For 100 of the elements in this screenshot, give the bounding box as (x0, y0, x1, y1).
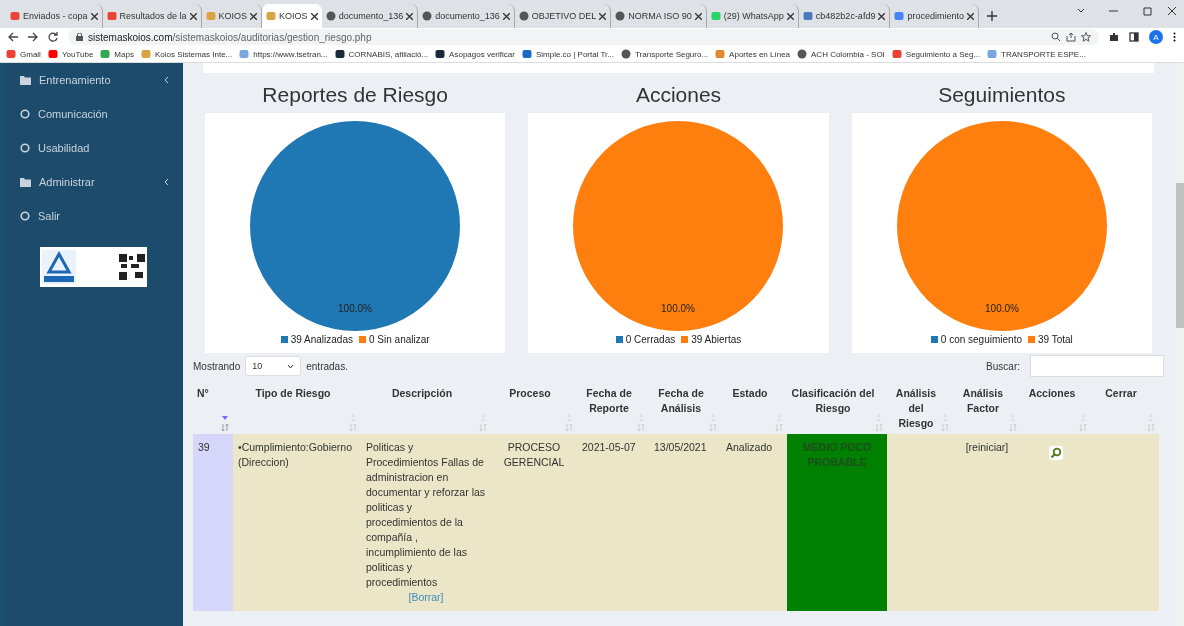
bookmark[interactable]: Maps (100, 49, 134, 59)
column-header[interactable]: Acciones (1021, 383, 1091, 434)
table-cell: Analizado (721, 434, 787, 611)
sidebar-item[interactable]: Comunicación (6, 97, 183, 131)
favicon-icon (797, 49, 808, 59)
bookmark[interactable]: CORNABIS, afiliació... (334, 49, 429, 59)
favicon-icon (894, 11, 905, 21)
favicon-icon (325, 11, 336, 21)
bookmark[interactable]: https://www.tsetran... (239, 49, 328, 59)
column-header[interactable]: Tipo de Riesgo (233, 383, 361, 434)
close-icon[interactable] (189, 12, 197, 20)
extensions-icon[interactable] (1109, 32, 1119, 42)
bookmark[interactable]: ACH Colombia - SOI (797, 49, 885, 59)
column-header[interactable]: Fecha de Análisis (649, 383, 721, 434)
legend-swatch (615, 336, 623, 343)
column-header[interactable]: Fecha de Reporte (577, 383, 649, 434)
column-header[interactable]: Descripción (361, 383, 491, 434)
column-header[interactable]: Proceso (491, 383, 577, 434)
reset-link[interactable]: [reiniciar] (953, 434, 1021, 611)
favicon-icon (106, 11, 117, 21)
page-length-select[interactable]: 10 (245, 356, 302, 376)
reload-icon[interactable] (48, 32, 58, 42)
new-tab-icon[interactable] (986, 11, 997, 21)
favicon-icon (266, 11, 277, 21)
legend-label: 39 Total (1038, 334, 1073, 345)
favicon-icon (239, 49, 250, 59)
address-bar[interactable]: sistemaskoios.com/sistemaskoios/auditorias/gestion_riesgo.php (68, 29, 1099, 45)
favicon-icon (621, 49, 631, 59)
legend-swatch (930, 336, 938, 343)
favicon-icon (140, 49, 151, 59)
lock-icon (76, 33, 83, 41)
legend-label: 39 Abiertas (691, 334, 742, 345)
close-icon[interactable] (310, 12, 318, 20)
sidebar-item[interactable]: Usabilidad (6, 131, 183, 165)
column-header[interactable]: Clasificación del Riesgo (787, 383, 887, 434)
slice-label: 100.0% (984, 303, 1019, 314)
circle-icon (20, 109, 30, 119)
chart-title: Reportes de Riesgo (262, 83, 448, 108)
close-icon[interactable] (502, 12, 510, 20)
close-icon[interactable] (966, 12, 974, 20)
forward-icon[interactable] (28, 32, 38, 42)
scrollbar-thumb[interactable] (1176, 183, 1184, 328)
favicon-icon (615, 11, 626, 21)
bookmark[interactable]: Asopagos verificar (435, 49, 515, 59)
avatar-icon[interactable]: A (1149, 30, 1163, 44)
column-header[interactable]: N° (193, 383, 233, 434)
favicon-icon (802, 11, 813, 21)
chart-title: Seguimientos (938, 83, 1066, 108)
column-header[interactable]: Análisis Factor (953, 383, 1021, 434)
back-icon[interactable] (8, 32, 18, 42)
search-icon[interactable] (1049, 446, 1063, 460)
bookmark[interactable]: YouTube (47, 49, 94, 59)
close-icon[interactable] (599, 12, 607, 20)
table-cell: 39 (193, 434, 233, 611)
bookmark[interactable]: Simple.co | Portal Tr... (521, 49, 614, 59)
table-cell: 2021-05-07 (577, 434, 649, 611)
sidebar-item[interactable]: Salir (6, 199, 183, 233)
legend-label: 39 Analizadas (290, 334, 353, 345)
side-panel-icon[interactable] (1129, 32, 1139, 42)
close-icon[interactable] (250, 12, 258, 20)
certification-logo-icon (42, 250, 76, 284)
legend-swatch (1028, 336, 1035, 343)
column-header[interactable]: Estado (721, 383, 787, 434)
bookmark[interactable]: TRANSPORTE ESPE... (987, 49, 1086, 59)
bookmark[interactable]: Aportes en Línea (715, 49, 791, 59)
folder-icon (20, 75, 31, 85)
column-header[interactable]: Cerrar (1091, 383, 1159, 434)
folder-icon (20, 177, 31, 187)
bookmark[interactable]: Koios Sistemas Inte... (140, 49, 233, 59)
star-icon[interactable] (1081, 32, 1091, 42)
qr-code-icon (119, 254, 145, 280)
close-icon[interactable] (90, 12, 98, 20)
close-icon[interactable] (878, 12, 886, 20)
column-header[interactable]: Análisis del Riesgo (887, 383, 953, 434)
search-field[interactable] (1030, 355, 1164, 377)
close-icon[interactable] (406, 12, 414, 20)
favicon-icon (100, 49, 111, 59)
favicon-icon (6, 49, 16, 59)
share-icon[interactable] (1066, 32, 1076, 42)
favicon-icon (334, 49, 345, 59)
close-icon[interactable] (786, 12, 794, 20)
close-icon[interactable] (694, 12, 702, 20)
sidebar-item[interactable]: Administrar (6, 165, 183, 199)
legend-label: 0 Cerradas (625, 334, 676, 345)
favicon-icon (891, 49, 902, 59)
bookmark[interactable]: Transporte Seguro... (621, 49, 709, 59)
legend-swatch (280, 336, 288, 343)
window-controls-drawing[interactable] (1076, 6, 1176, 16)
chevron-down-icon (287, 363, 295, 369)
legend-swatch (359, 336, 366, 343)
menu-icon[interactable] (1173, 32, 1176, 42)
favicon-icon (987, 49, 998, 59)
circle-icon (20, 211, 30, 221)
bookmark[interactable]: Gmail (6, 49, 41, 59)
sidebar-item[interactable]: Entrenamiento (6, 63, 183, 97)
legend-label: 0 Sin analizar (369, 334, 430, 345)
zoom-icon[interactable] (1051, 32, 1061, 42)
favicon-icon (518, 11, 529, 21)
browser-tab[interactable]: KOIOS (262, 4, 322, 28)
bookmark[interactable]: Seguimiento a Seg... (891, 49, 981, 59)
